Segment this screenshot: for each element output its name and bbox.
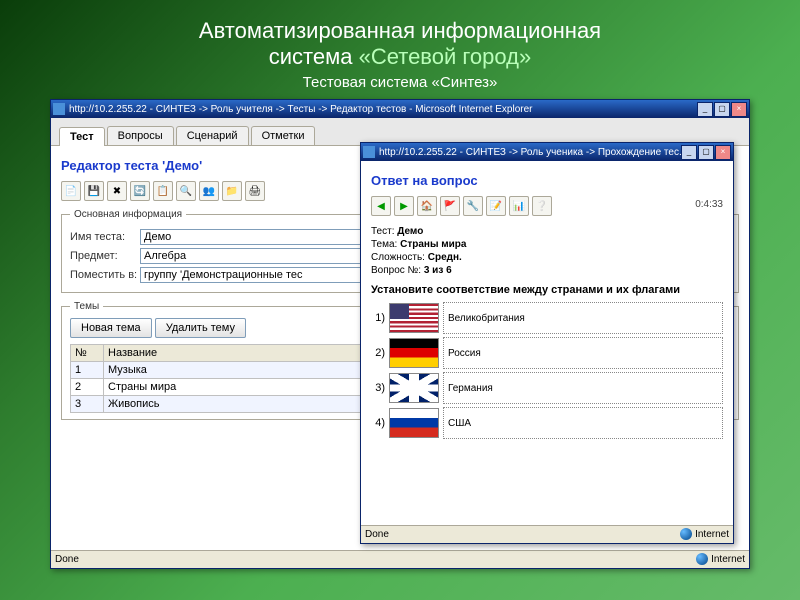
internet-zone-icon	[696, 553, 708, 565]
row-num: 2)	[371, 347, 385, 359]
main-info-legend: Основная информация	[70, 209, 186, 220]
timer: 0:4:33	[695, 199, 723, 210]
info-theme: Тема: Страны мира	[371, 239, 723, 250]
name-label: Имя теста:	[70, 231, 140, 243]
tools-icon[interactable]: 🔧	[463, 196, 483, 216]
tab-questions[interactable]: Вопросы	[107, 126, 174, 145]
popup-page-title: Ответ на вопрос	[371, 173, 723, 188]
slide-title: Автоматизированная информационная систем…	[0, 0, 800, 74]
copy-icon[interactable]: 📋	[153, 181, 173, 201]
folder-icon[interactable]: 📁	[222, 181, 242, 201]
row-num: 1)	[371, 312, 385, 324]
note-icon[interactable]: 📝	[486, 196, 506, 216]
question-text: Установите соответствие между странами и…	[371, 284, 723, 296]
info-qnum: Вопрос №: 3 из 6	[371, 265, 723, 276]
popup-title-text: http://10.2.255.22 - СИНТЕЗ -> Роль учен…	[379, 147, 681, 158]
delete-icon[interactable]: ✖	[107, 181, 127, 201]
popup-browser-window: http://10.2.255.22 - СИНТЕЗ -> Роль учен…	[360, 142, 734, 544]
new-theme-button[interactable]: Новая тема	[70, 318, 152, 338]
new-icon[interactable]: 📄	[61, 181, 81, 201]
status-zone: Internet	[711, 554, 745, 565]
popup-titlebar[interactable]: http://10.2.255.22 - СИНТЕЗ -> Роль учен…	[361, 143, 733, 161]
match-row: 3) Германия	[371, 372, 723, 404]
flag-uk-icon[interactable]	[389, 373, 439, 403]
maximize-button[interactable]: ▢	[698, 145, 714, 160]
ie-icon	[53, 103, 65, 115]
maximize-button[interactable]: ▢	[714, 102, 730, 117]
match-row: 1) Великобритания	[371, 302, 723, 334]
tab-scenario[interactable]: Сценарий	[176, 126, 249, 145]
search-icon[interactable]: 🔍	[176, 181, 196, 201]
row-num: 3)	[371, 382, 385, 394]
slide-subtitle: Тестовая система «Синтез»	[0, 74, 800, 99]
answer-toolbar: ◀ ▶ 🏠 🚩 🔧 📝 📊 ❔	[371, 196, 695, 216]
minimize-button[interactable]: _	[681, 145, 697, 160]
ie-icon	[363, 146, 375, 158]
print-icon[interactable]: 🖨	[245, 181, 265, 201]
main-titlebar[interactable]: http://10.2.255.22 - СИНТЕЗ -> Роль учит…	[51, 100, 749, 118]
minimize-button[interactable]: _	[697, 102, 713, 117]
row-num: 4)	[371, 417, 385, 429]
stats-icon[interactable]: 📊	[509, 196, 529, 216]
close-button[interactable]: ×	[715, 145, 731, 160]
themes-legend: Темы	[70, 301, 103, 312]
flag-icon[interactable]: 🚩	[440, 196, 460, 216]
subject-label: Предмет:	[70, 250, 140, 262]
internet-zone-icon	[680, 528, 692, 540]
match-row: 4) США	[371, 407, 723, 439]
help-icon[interactable]: ❔	[532, 196, 552, 216]
tab-marks[interactable]: Отметки	[251, 126, 316, 145]
info-test: Тест: Демо	[371, 226, 723, 237]
save-icon[interactable]: 💾	[84, 181, 104, 201]
flag-usa-icon[interactable]	[389, 303, 439, 333]
drop-target[interactable]: Великобритания	[443, 302, 723, 334]
place-label: Поместить в:	[70, 269, 140, 281]
drop-target[interactable]: Россия	[443, 337, 723, 369]
drop-target[interactable]: США	[443, 407, 723, 439]
delete-theme-button[interactable]: Удалить тему	[155, 318, 246, 338]
forward-icon[interactable]: ▶	[394, 196, 414, 216]
users-icon[interactable]: 👥	[199, 181, 219, 201]
status-done: Done	[365, 529, 389, 540]
close-button[interactable]: ×	[731, 102, 747, 117]
back-icon[interactable]: ◀	[371, 196, 391, 216]
match-row: 2) Россия	[371, 337, 723, 369]
flag-germany-icon[interactable]	[389, 338, 439, 368]
main-title-text: http://10.2.255.22 - СИНТЕЗ -> Роль учит…	[69, 104, 697, 115]
home-icon[interactable]: 🏠	[417, 196, 437, 216]
status-zone: Internet	[695, 529, 729, 540]
main-statusbar: Done Internet	[51, 550, 749, 567]
drop-target[interactable]: Германия	[443, 372, 723, 404]
col-num: №	[71, 345, 104, 362]
status-done: Done	[55, 554, 79, 565]
flag-russia-icon[interactable]	[389, 408, 439, 438]
info-diff: Сложность: Средн.	[371, 252, 723, 263]
refresh-icon[interactable]: 🔄	[130, 181, 150, 201]
tab-test[interactable]: Тест	[59, 127, 105, 146]
popup-statusbar: Done Internet	[361, 525, 733, 542]
